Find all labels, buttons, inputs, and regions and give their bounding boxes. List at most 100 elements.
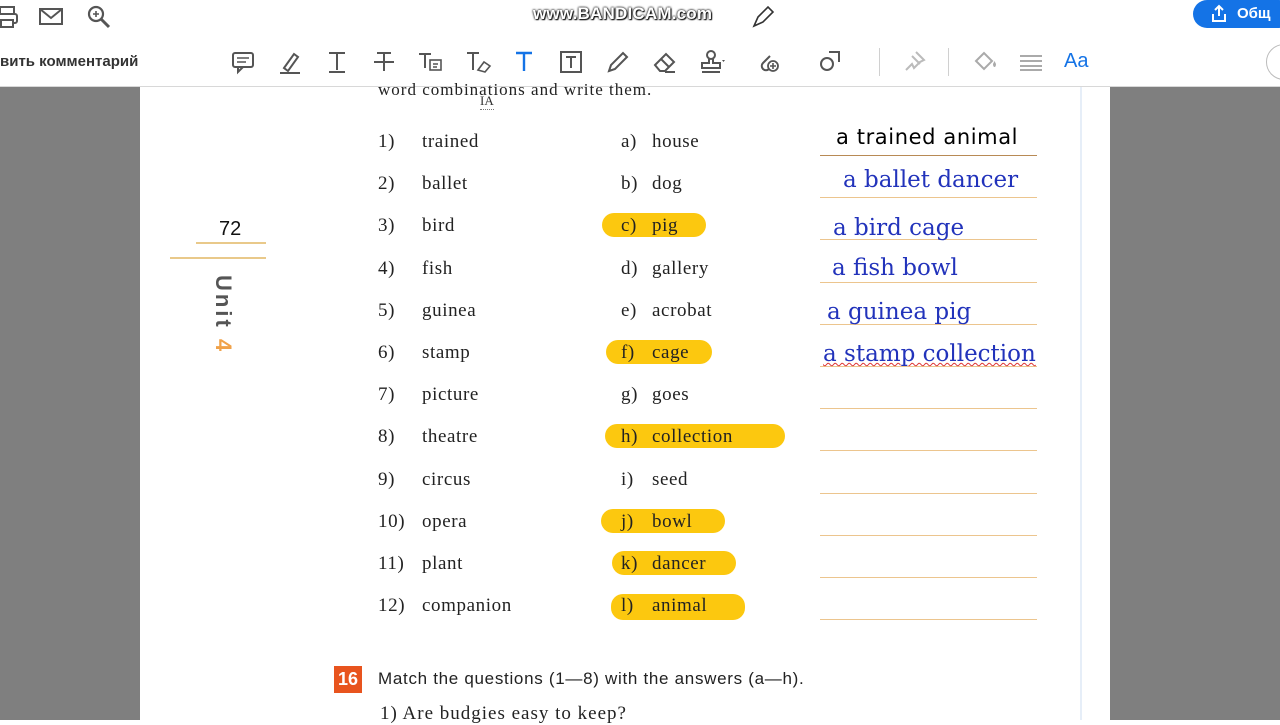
- item-number: 9): [378, 468, 396, 490]
- option-letter: a): [621, 131, 637, 152]
- item-word: picture: [422, 384, 479, 406]
- share-button[interactable]: Общ: [1193, 0, 1280, 28]
- exercise-first-question: 1) Are budgies easy to keep?: [380, 703, 627, 724]
- answer-text[interactable]: a bird cage: [833, 215, 964, 241]
- answer-line: [820, 281, 1037, 283]
- item-number: 11): [378, 553, 405, 574]
- option-word: gallery: [652, 257, 709, 279]
- answer-line: [820, 492, 1037, 494]
- option-word: seed: [652, 468, 689, 490]
- option-letter: j): [621, 510, 634, 532]
- bandicam-watermark: www.BANDICAM.com: [533, 4, 713, 23]
- shapes-icon[interactable]: [817, 48, 850, 76]
- fill-icon[interactable]: [970, 48, 998, 76]
- exercise-row: 11) plant k) dancer: [0, 551, 1100, 595]
- text-box-icon[interactable]: [557, 48, 585, 76]
- toolbar-divider: [948, 48, 949, 76]
- answer-line: [820, 619, 1037, 621]
- option-letter: h): [621, 426, 639, 448]
- item-word: plant: [422, 553, 463, 574]
- exercise-row: 7) picture g) goes: [0, 384, 1100, 426]
- item-number: 10): [378, 510, 406, 532]
- option-word: dog: [652, 173, 683, 195]
- answer-line: [820, 577, 1037, 578]
- item-number: 2): [378, 173, 396, 195]
- toolbar-divider: [879, 48, 880, 76]
- option-letter: i): [621, 468, 634, 490]
- item-word: circus: [422, 468, 471, 490]
- answer-line: [820, 534, 1037, 536]
- option-word: house: [652, 131, 700, 152]
- pin-icon[interactable]: [900, 48, 928, 76]
- option-word: acrobat: [652, 299, 713, 321]
- item-number: 12): [378, 595, 406, 617]
- text-icon[interactable]: [323, 48, 351, 76]
- comment-icon[interactable]: [229, 48, 257, 76]
- cursor-label: A: [484, 93, 494, 108]
- share-icon: [1209, 4, 1229, 28]
- item-word: stamp: [422, 342, 471, 363]
- strikethrough-icon[interactable]: [370, 48, 398, 76]
- answer-line: [820, 197, 1037, 199]
- option-word: dancer: [652, 553, 707, 574]
- share-label: Общ: [1237, 5, 1271, 22]
- option-letter: l): [621, 595, 634, 617]
- answer-text[interactable]: a guinea pig: [827, 299, 971, 325]
- pencil-icon[interactable]: [604, 48, 632, 76]
- item-number: 5): [378, 299, 396, 321]
- item-word: ballet: [422, 173, 468, 195]
- instruction-text: word combinations and write them.: [378, 80, 653, 99]
- exercise-row: 8) theatre h) collection: [0, 424, 1100, 468]
- text-cursor: IA: [480, 93, 494, 110]
- answer-text[interactable]: a stamp collection: [823, 341, 1036, 367]
- answer-line: [820, 155, 1037, 156]
- option-word: bowl: [652, 510, 693, 532]
- item-word: trained: [422, 131, 479, 152]
- item-number: 8): [378, 426, 396, 448]
- print-icon[interactable]: [0, 4, 20, 30]
- item-number: 4): [378, 257, 396, 279]
- item-number: 3): [378, 215, 396, 237]
- item-number: 1): [378, 131, 396, 152]
- exercise-row: 12) companion l) animal: [0, 594, 1100, 637]
- stamp-icon[interactable]: [698, 48, 726, 76]
- item-word: guinea: [422, 299, 477, 321]
- answer-text[interactable]: a ballet dancer: [843, 167, 1018, 193]
- option-letter: g): [621, 384, 639, 406]
- item-word: fish: [422, 257, 453, 279]
- option-word: cage: [652, 342, 690, 363]
- item-word: theatre: [422, 426, 478, 448]
- mail-icon[interactable]: [38, 4, 64, 30]
- answer-text[interactable]: a trained animal: [836, 125, 1018, 149]
- highlight-icon[interactable]: [276, 48, 304, 76]
- exercise-number-badge: 16: [334, 666, 362, 693]
- item-word: opera: [422, 510, 468, 532]
- clear-text-icon[interactable]: [464, 48, 492, 76]
- add-text-icon[interactable]: [510, 48, 538, 76]
- exercise-instruction: Match the questions (1—8) with the answe…: [378, 669, 805, 688]
- eraser-icon[interactable]: [651, 48, 679, 76]
- item-word: companion: [422, 595, 512, 617]
- exercise-row: 10) opera j) bowl: [0, 508, 1100, 553]
- document-viewer[interactable]: 72 Unit 4 word combinations and write th…: [0, 80, 1280, 724]
- option-word: pig: [652, 215, 679, 237]
- option-word: goes: [652, 384, 690, 406]
- option-letter: f): [621, 342, 635, 363]
- attach-icon[interactable]: [756, 48, 789, 76]
- top-bar: www.BANDICAM.com Общ: [0, 0, 1280, 38]
- option-letter: k): [621, 553, 639, 574]
- item-number: 6): [378, 342, 396, 363]
- answer-text[interactable]: a fish bowl: [832, 255, 958, 281]
- search-icon[interactable]: [86, 4, 112, 30]
- answer-line: [820, 450, 1037, 452]
- lines-icon[interactable]: [1017, 48, 1045, 76]
- option-letter: e): [621, 299, 637, 321]
- replace-text-icon[interactable]: [416, 48, 444, 76]
- option-letter: c): [621, 215, 637, 237]
- font-size-button[interactable]: Aa: [1064, 50, 1088, 73]
- add-comment-label: вить комментарий: [0, 53, 139, 70]
- item-number: 7): [378, 384, 396, 406]
- item-word: bird: [422, 215, 456, 237]
- close-panel-button[interactable]: [1266, 44, 1280, 80]
- answer-line: [820, 408, 1037, 410]
